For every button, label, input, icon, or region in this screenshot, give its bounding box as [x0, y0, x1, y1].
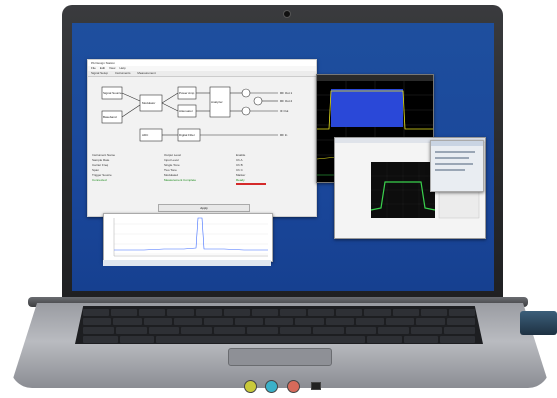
label-rf-in: RF In — [280, 133, 288, 137]
mixer-symbol — [253, 96, 263, 106]
settings-list — [431, 141, 483, 171]
label-analyzer: Analyzer — [211, 100, 223, 104]
tab-instruments[interactable]: Instruments — [115, 71, 131, 75]
apply-button[interactable]: Apply — [158, 204, 250, 212]
tab-bar: Signal Setup Instruments Measurement — [88, 71, 316, 77]
port-icon — [311, 382, 321, 390]
label-rf-out-2: RF Out 2 — [280, 99, 293, 103]
middle-control-panel: Output Level Input Level Single Tone Two… — [164, 153, 234, 183]
taskbar — [103, 260, 271, 266]
tab-signal-setup[interactable]: Signal Setup — [91, 71, 108, 75]
label-if-out: IF Out — [280, 109, 289, 113]
webcam-icon — [283, 10, 291, 18]
spectrum-plot-window[interactable] — [103, 213, 273, 262]
right-control-panel: Enable Ch A Ch B Ch C Marker Ready — [236, 153, 306, 185]
laptop-screen: PA Design Station File Edit View Help Si… — [72, 23, 494, 291]
label-digital-filter: Digital Filter — [179, 133, 195, 137]
spectrum-plot — [113, 217, 268, 257]
label-rf-out-1: RF Out 1 — [280, 91, 293, 95]
mixer-symbol — [241, 106, 251, 116]
audio-jack-icon — [265, 380, 278, 393]
audio-jack-icon — [244, 380, 257, 393]
label-adc: ADC — [142, 133, 149, 137]
settings-panel-window[interactable] — [430, 140, 484, 192]
audio-jack-icon — [287, 380, 300, 393]
main-app-window[interactable]: PA Design Station File Edit View Help Si… — [87, 59, 317, 217]
status-connected: Connected — [92, 178, 107, 182]
usb-cable-icon — [520, 311, 557, 335]
label-baseband: Baseband — [103, 115, 117, 119]
error-indicator-bar — [236, 183, 266, 185]
touchpad[interactable] — [228, 348, 332, 366]
label-modulator: Modulator — [142, 101, 155, 105]
label-signal-source: Signal Source — [103, 91, 122, 95]
status-measurement: Measurement Complete — [164, 178, 197, 182]
label-attenuator: Attenuator — [179, 109, 193, 113]
keyboard — [75, 306, 483, 344]
spectrum-band — [331, 89, 403, 127]
block-diagram: Signal Source Baseband Modulator Power A… — [101, 86, 293, 142]
left-control-panel: Instrument Name Sample Rate Carrier Freq… — [92, 153, 162, 183]
mixer-symbol — [241, 88, 251, 98]
label-power-amp: Power Amp — [179, 91, 195, 95]
tab-measurement[interactable]: Measurement — [137, 71, 155, 75]
